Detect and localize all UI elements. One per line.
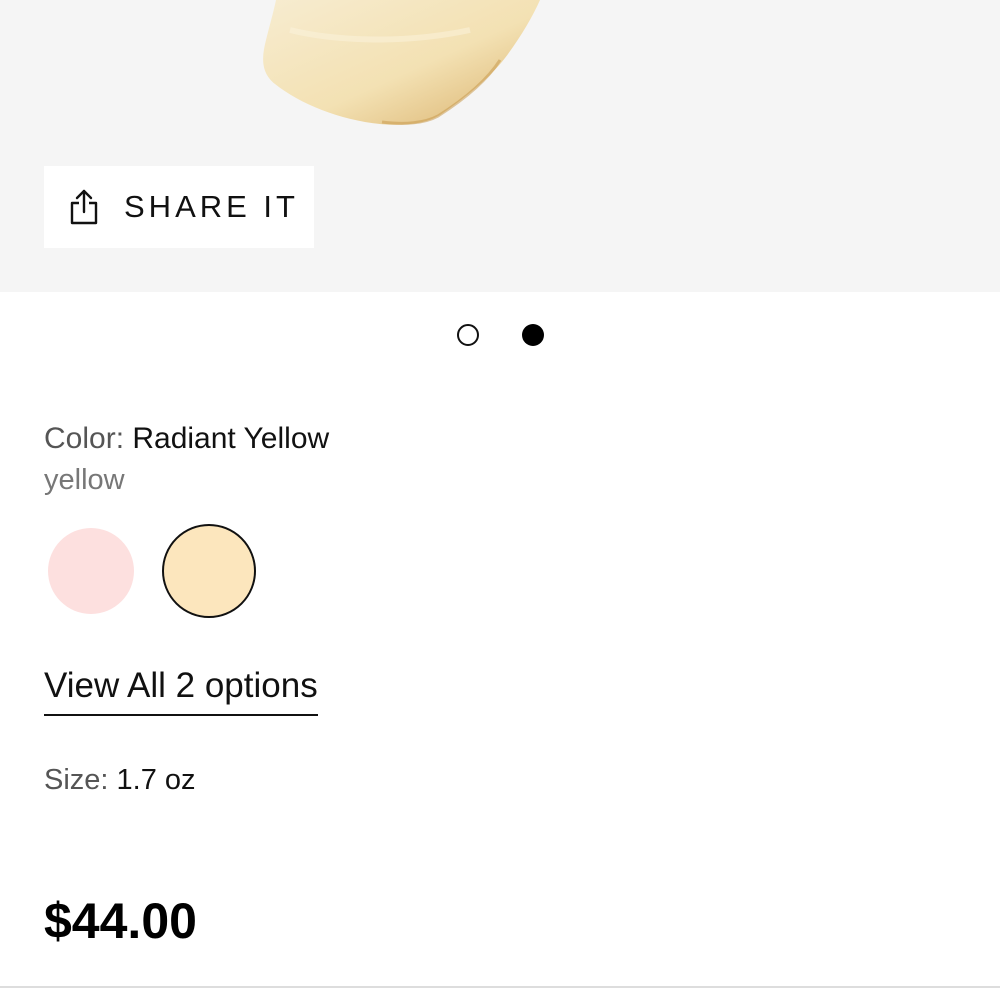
carousel-dot-2-active[interactable]	[522, 324, 544, 346]
view-all-options-link[interactable]: View All 2 options	[44, 666, 318, 716]
carousel-dot-1[interactable]	[457, 324, 479, 346]
share-button[interactable]: SHARE IT	[44, 166, 314, 248]
share-icon	[70, 189, 98, 225]
color-label: Color:	[44, 422, 133, 455]
color-value: Radiant Yellow	[132, 422, 330, 455]
product-price: $44.00	[44, 893, 197, 949]
carousel-pagination	[0, 322, 1000, 348]
color-swatch-radiant-yellow[interactable]	[162, 524, 256, 618]
size-label: Size:	[44, 764, 117, 796]
color-selection-line: Color: Radiant Yellow	[44, 422, 329, 456]
color-swatch-pink[interactable]	[48, 528, 134, 614]
divider	[0, 986, 1000, 988]
size-line: Size: 1.7 oz	[44, 764, 196, 797]
size-value: 1.7 oz	[116, 764, 196, 796]
share-button-label: SHARE IT	[124, 189, 299, 224]
color-family: yellow	[44, 464, 125, 496]
product-texture-image	[263, 0, 540, 125]
product-image-area[interactable]: SHARE IT	[0, 0, 1000, 292]
product-detail-page: SHARE IT Color: Radiant Yellow yellow Vi…	[0, 0, 1000, 1000]
